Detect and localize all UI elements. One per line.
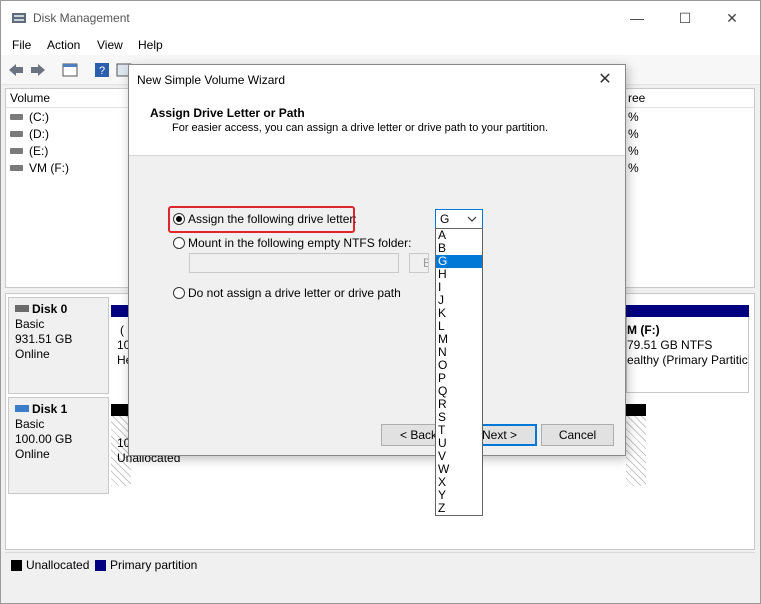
folder-path-input[interactable] — [189, 253, 399, 273]
maximize-button[interactable]: ☐ — [662, 6, 708, 30]
drive-letter-option[interactable]: H — [436, 268, 482, 281]
volume-name: (E:) — [29, 144, 49, 158]
dialog-subheading: For easier access, you can assign a driv… — [172, 122, 549, 134]
disk-management-app-icon — [12, 13, 26, 23]
menu-bar: File Action View Help — [1, 35, 760, 55]
disk-0-label[interactable]: Disk 0 Basic 931.51 GB Online — [8, 297, 109, 394]
volume-name: VM (F:) — [29, 161, 69, 175]
volume-row[interactable]: (D:) — [10, 126, 49, 142]
combo-value: G — [440, 212, 450, 226]
disk-size: 100.00 GB — [15, 432, 73, 446]
drive-icon — [10, 147, 23, 154]
legend-swatch-primary — [95, 560, 106, 571]
assign-letter-radio[interactable] — [173, 213, 185, 225]
disk-1-unallocated-end — [626, 416, 646, 486]
partition-status: ealthy (Primary Partitic — [627, 353, 748, 367]
help-icon[interactable]: ? — [93, 61, 111, 79]
dialog-title: New Simple Volume Wizard — [137, 73, 286, 87]
volume-name: (D:) — [29, 127, 49, 141]
cancel-button[interactable]: Cancel — [541, 424, 614, 446]
title-bar: Disk Management — ☐ ✕ — [1, 1, 760, 35]
drive-letter-combo[interactable]: G — [435, 209, 483, 229]
hard-disk-icon — [15, 305, 29, 313]
mount-folder-radio[interactable] — [173, 237, 185, 249]
window-title: Disk Management — [33, 11, 130, 25]
free-percent: % — [628, 144, 639, 158]
dialog-header: Assign Drive Letter or Path For easier a… — [129, 95, 625, 156]
free-percent: % — [628, 161, 639, 175]
disk-name: Disk 1 — [32, 402, 68, 416]
properties-icon[interactable] — [61, 61, 79, 79]
dialog-title-bar: New Simple Volume Wizard ✕ — [129, 65, 625, 95]
menu-action[interactable]: Action — [47, 38, 80, 52]
no-letter-label[interactable]: Do not assign a drive letter or drive pa… — [188, 286, 401, 300]
column-header-free[interactable]: ree — [624, 89, 754, 108]
drive-letter-dropdown[interactable]: ABGHIJKLMNOPQRSTUVWXYZ — [435, 228, 483, 516]
assign-letter-label[interactable]: Assign the following drive letter: — [188, 212, 357, 226]
vm-partition[interactable]: M (F:) 79.51 GB NTFS ealthy (Primary Par… — [626, 317, 749, 393]
back-arrow-icon[interactable] — [7, 61, 25, 79]
drive-icon — [10, 164, 23, 171]
legend-swatch-unallocated — [11, 560, 22, 571]
partition-name: M (F:) — [627, 323, 660, 337]
dialog-close-icon[interactable]: ✕ — [595, 70, 615, 90]
drive-icon — [10, 113, 23, 120]
disk-status: Online — [15, 447, 50, 461]
disk-type: Basic — [15, 417, 45, 431]
drive-letter-option[interactable]: Z — [436, 502, 482, 515]
disk-name: Disk 0 — [32, 302, 68, 316]
close-button[interactable]: ✕ — [709, 6, 755, 30]
chevron-down-icon — [467, 216, 477, 222]
no-letter-radio[interactable] — [173, 287, 185, 299]
volume-name: (C:) — [29, 110, 49, 124]
legend-label: Primary partition — [110, 558, 198, 572]
minimize-button[interactable]: — — [614, 6, 660, 30]
dialog-heading: Assign Drive Letter or Path — [150, 106, 305, 120]
volume-row[interactable]: VM (F:) — [10, 160, 69, 176]
disk-size: 931.51 GB — [15, 332, 73, 346]
disk-status: Online — [15, 347, 50, 361]
disk-type: Basic — [15, 317, 45, 331]
drive-icon — [10, 130, 23, 137]
svg-text:?: ? — [99, 65, 105, 77]
forward-arrow-icon[interactable] — [29, 61, 47, 79]
volume-row[interactable]: (E:) — [10, 143, 48, 159]
menu-help[interactable]: Help — [138, 38, 163, 52]
legend: Unallocated Primary partition — [5, 552, 755, 576]
legend-label: Unallocated — [26, 558, 90, 572]
unallocated-bar — [626, 404, 646, 416]
new-simple-volume-wizard: New Simple Volume Wizard ✕ Assign Drive … — [128, 64, 626, 456]
free-percent: % — [628, 127, 639, 141]
free-percent: % — [628, 110, 639, 124]
browse-button[interactable]: Bro — [409, 253, 429, 273]
partition-bar — [626, 305, 749, 317]
mount-folder-label[interactable]: Mount in the following empty NTFS folder… — [188, 236, 411, 250]
disk-1-label[interactable]: Disk 1 Basic 100.00 GB Online — [8, 397, 109, 494]
menu-file[interactable]: File — [12, 38, 31, 52]
volume-row[interactable]: (C:) — [10, 109, 49, 125]
removable-disk-icon — [15, 405, 29, 413]
menu-view[interactable]: View — [97, 38, 123, 52]
partition-size: 79.51 GB NTFS — [627, 338, 713, 352]
